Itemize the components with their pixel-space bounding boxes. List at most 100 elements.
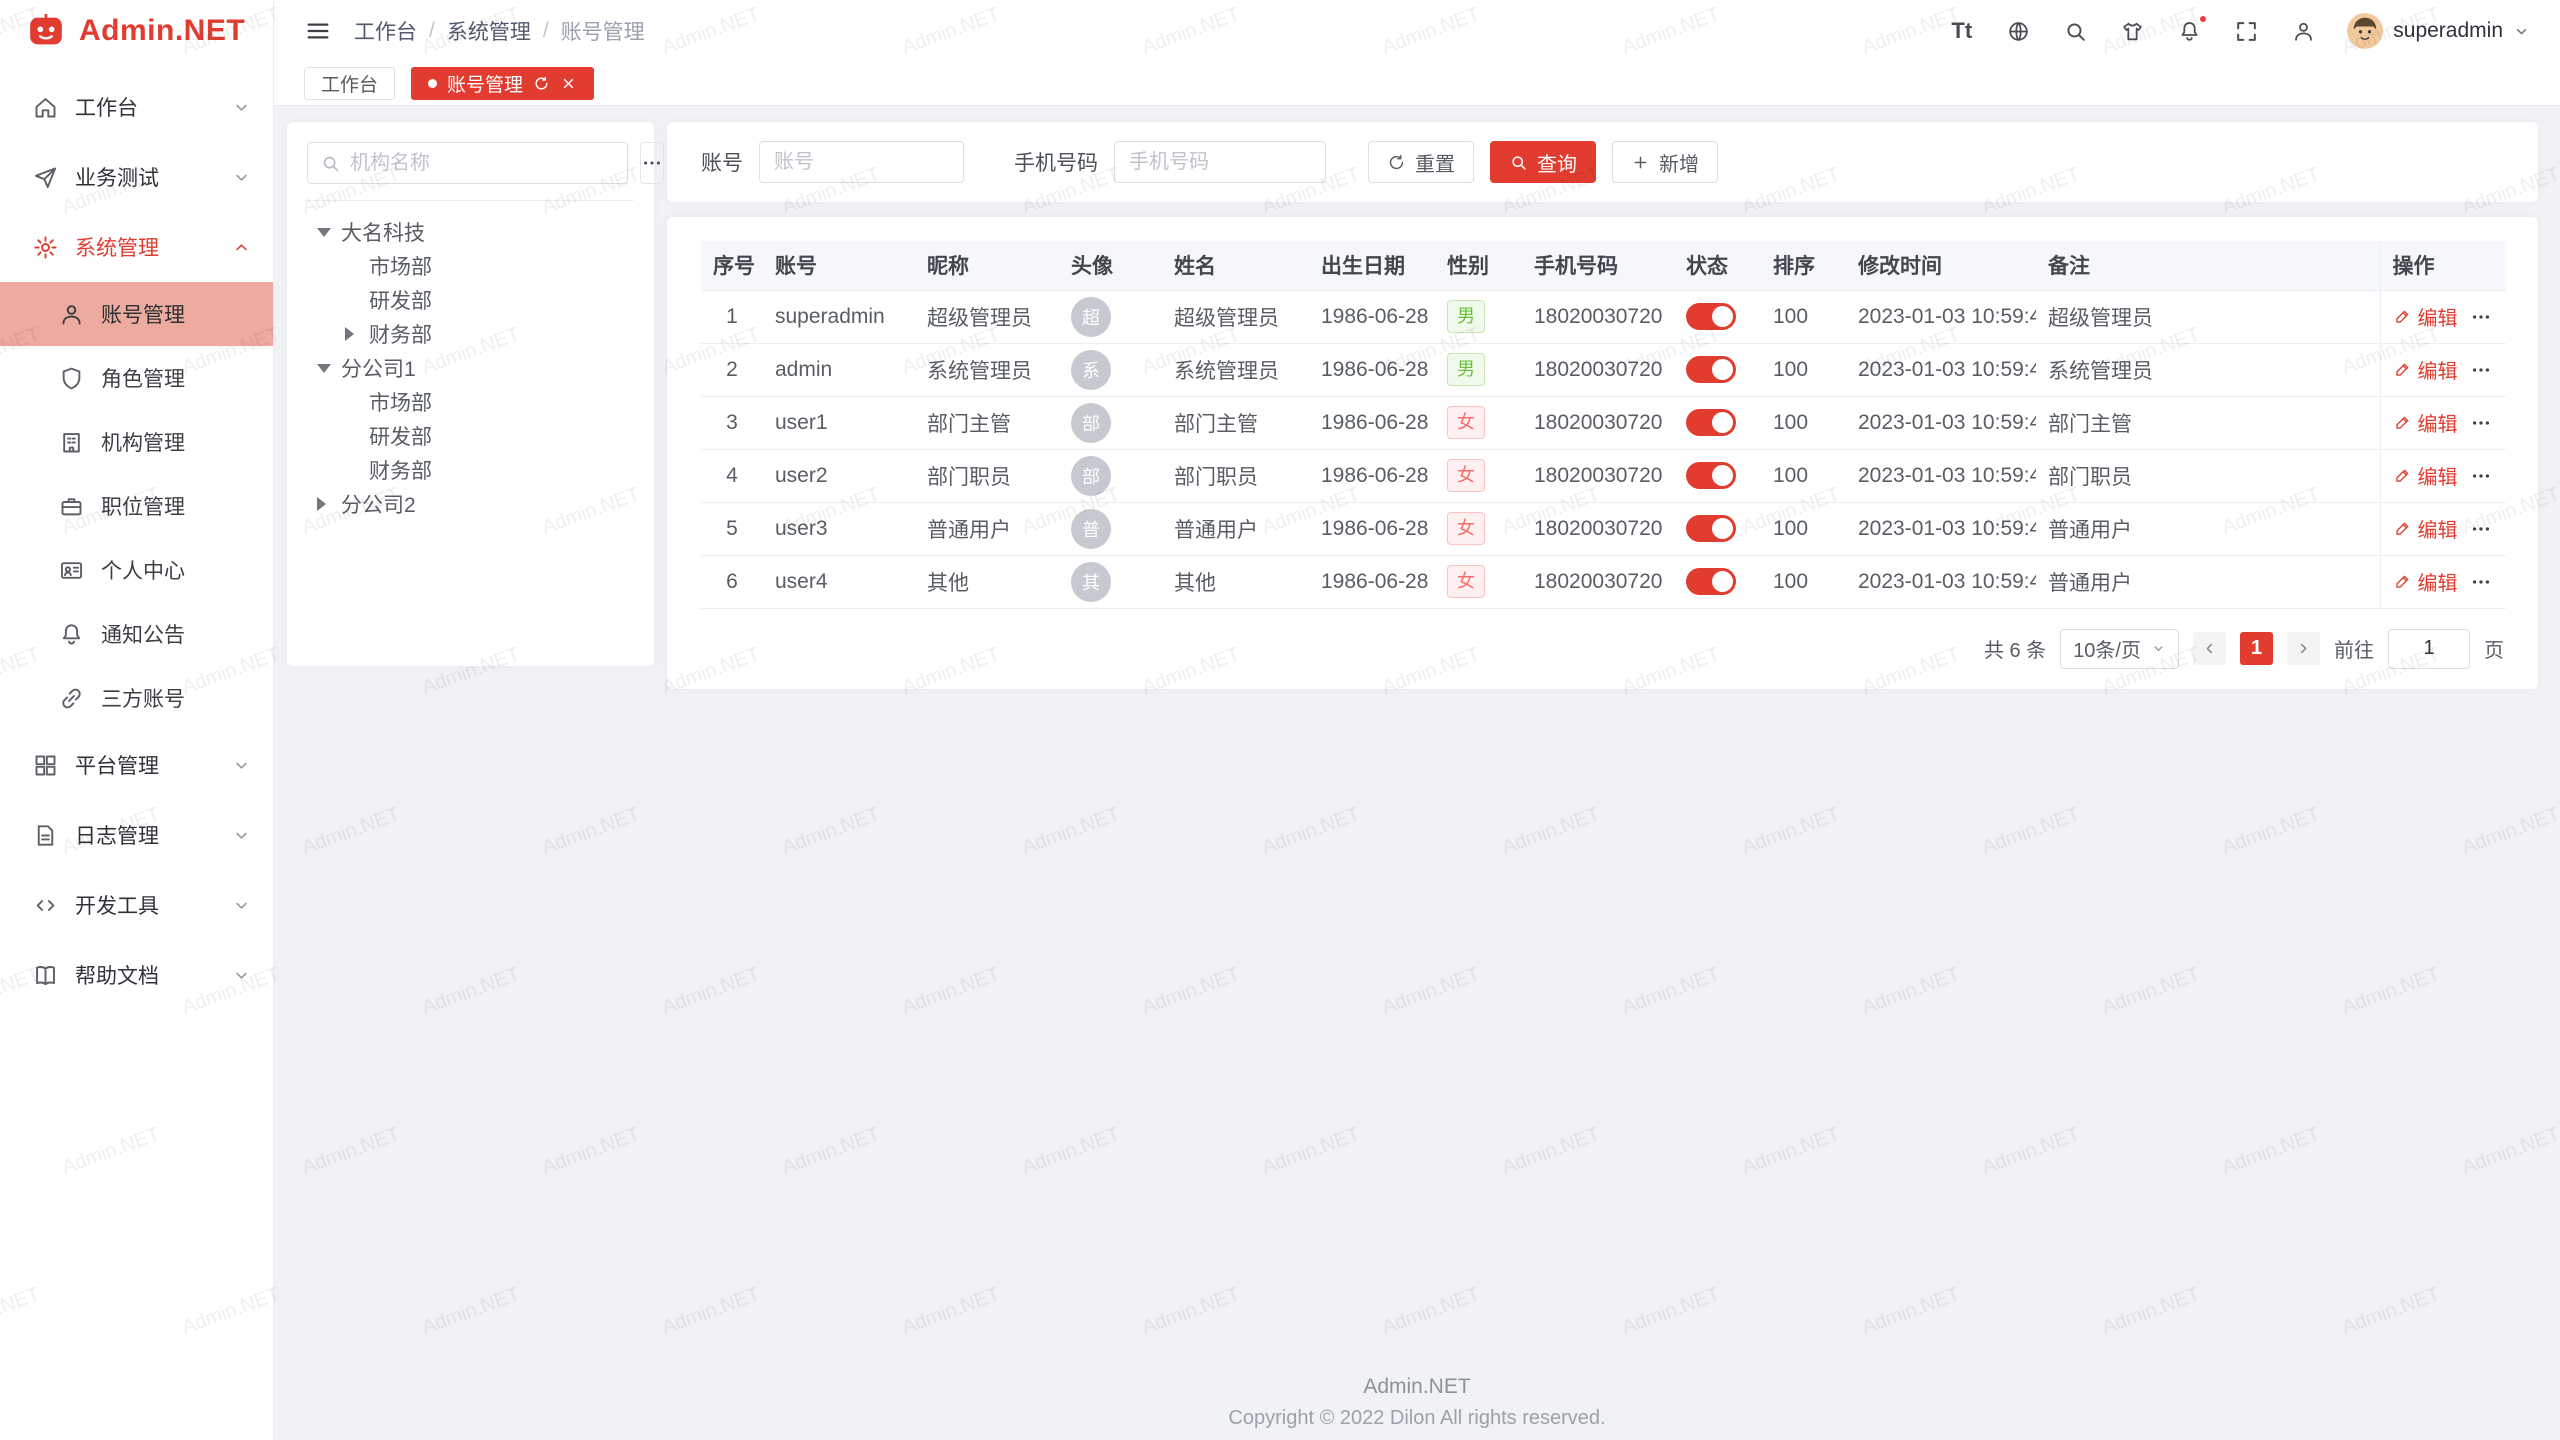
next-page-button[interactable] <box>2287 632 2320 665</box>
column-header: 状态 <box>1674 241 1761 290</box>
sidebar-item-dev-tools[interactable]: 开发工具 <box>0 870 273 940</box>
sidebar-item-help-docs[interactable]: 帮助文档 <box>0 940 273 1010</box>
goto-page-input[interactable] <box>2388 629 2470 669</box>
status-toggle[interactable] <box>1686 462 1736 489</box>
tree-node-label: 财务部 <box>369 455 432 485</box>
menu-collapse-icon[interactable] <box>304 17 332 45</box>
tab-active-dot <box>428 79 437 88</box>
cell-modified-time: 2023-01-03 10:59:44 <box>1846 555 2036 608</box>
tree-caret-icon[interactable] <box>317 497 341 511</box>
sidebar-item-third-party-account[interactable]: 三方账号 <box>0 666 273 730</box>
sidebar-item-position-management[interactable]: 职位管理 <box>0 474 273 538</box>
sidebar-item-log-management[interactable]: 日志管理 <box>0 800 273 870</box>
tree-node[interactable]: 分公司1 <box>307 351 634 385</box>
status-toggle[interactable] <box>1686 568 1736 595</box>
cell-name: 超级管理员 <box>1162 290 1309 343</box>
cell-remark: 超级管理员 <box>2036 290 2380 343</box>
close-icon[interactable] <box>560 75 577 92</box>
refresh-icon[interactable] <box>533 75 550 92</box>
sidebar-item-system-management[interactable]: 系统管理 <box>0 212 273 282</box>
row-more-button[interactable] <box>2470 571 2492 593</box>
edit-button[interactable]: 编辑 <box>2393 514 2458 543</box>
brand-logo[interactable]: Admin.NET <box>0 0 273 62</box>
sidebar-item-label: 三方账号 <box>101 683 251 713</box>
notification-icon[interactable] <box>2176 18 2203 45</box>
tree-node[interactable]: 财务部 <box>307 317 634 351</box>
prev-page-button[interactable] <box>2193 632 2226 665</box>
tab-workbench[interactable]: 工作台 <box>304 67 395 100</box>
tree-caret-icon[interactable] <box>345 327 369 341</box>
profile-icon[interactable] <box>2290 18 2317 45</box>
status-toggle[interactable] <box>1686 303 1736 330</box>
status-toggle[interactable] <box>1686 515 1736 542</box>
row-more-button[interactable] <box>2470 412 2492 434</box>
row-more-button[interactable] <box>2470 306 2492 328</box>
row-more-button[interactable] <box>2470 359 2492 381</box>
row-more-button[interactable] <box>2470 518 2492 540</box>
tree-node-label: 大名科技 <box>341 217 425 247</box>
phone-input[interactable] <box>1114 141 1326 183</box>
language-icon[interactable] <box>2005 18 2032 45</box>
sidebar-item-platform-management[interactable]: 平台管理 <box>0 730 273 800</box>
sidebar-item-label: 系统管理 <box>75 232 232 262</box>
tree-node[interactable]: 财务部 <box>307 453 634 487</box>
cell-gender: 男 <box>1435 290 1522 343</box>
reset-button[interactable]: 重置 <box>1368 141 1474 183</box>
avatar <box>2347 13 2383 49</box>
sidebar-item-personal-center[interactable]: 个人中心 <box>0 538 273 602</box>
edit-button[interactable]: 编辑 <box>2393 461 2458 490</box>
edit-button[interactable]: 编辑 <box>2393 355 2458 384</box>
page-size-select[interactable]: 10条/页 <box>2060 629 2179 669</box>
org-search-box <box>307 142 628 184</box>
sidebar-item-role-management[interactable]: 角色管理 <box>0 346 273 410</box>
tree-node[interactable]: 分公司2 <box>307 487 634 521</box>
cell-index: 1 <box>701 290 763 343</box>
edit-button[interactable]: 编辑 <box>2393 567 2458 596</box>
edit-icon <box>2393 360 2412 379</box>
tree-caret-icon[interactable] <box>317 364 341 373</box>
cell-birthdate: 1986-06-28 <box>1309 449 1435 502</box>
org-more-button[interactable] <box>640 142 664 184</box>
edit-button[interactable]: 编辑 <box>2393 408 2458 437</box>
sidebar-item-label: 机构管理 <box>101 427 251 457</box>
breadcrumb-item[interactable]: 工作台 <box>354 16 417 46</box>
sidebar-item-org-management[interactable]: 机构管理 <box>0 410 273 474</box>
cell-account: user3 <box>763 502 915 555</box>
tree-node[interactable]: 研发部 <box>307 419 634 453</box>
query-button[interactable]: 查询 <box>1490 141 1596 183</box>
tree-node[interactable]: 研发部 <box>307 283 634 317</box>
tab-account-management[interactable]: 账号管理 <box>411 67 594 100</box>
cell-nickname: 普通用户 <box>915 502 1059 555</box>
sidebar-item-account-management[interactable]: 账号管理 <box>0 282 273 346</box>
tree-caret-icon[interactable] <box>317 228 341 237</box>
user-menu[interactable]: superadmin <box>2347 13 2530 49</box>
font-size-icon[interactable]: Tt <box>1948 18 1975 45</box>
theme-icon[interactable] <box>2119 18 2146 45</box>
cell-index: 2 <box>701 343 763 396</box>
topbar-actions: Tt superadmin <box>1948 13 2530 49</box>
breadcrumb-item[interactable]: 系统管理 <box>447 16 531 46</box>
fullscreen-icon[interactable] <box>2233 18 2260 45</box>
status-toggle[interactable] <box>1686 356 1736 383</box>
edit-button[interactable]: 编辑 <box>2393 302 2458 331</box>
cell-avatar: 部 <box>1059 449 1162 502</box>
tree-node[interactable]: 大名科技 <box>307 215 634 249</box>
status-toggle[interactable] <box>1686 409 1736 436</box>
sidebar-item-workbench[interactable]: 工作台 <box>0 72 273 142</box>
add-button[interactable]: 新增 <box>1612 141 1718 183</box>
org-search-input[interactable] <box>350 152 615 175</box>
account-input[interactable] <box>759 141 964 183</box>
tree-node[interactable]: 市场部 <box>307 249 634 283</box>
sidebar-item-business-test[interactable]: 业务测试 <box>0 142 273 212</box>
user-avatar: 系 <box>1071 350 1111 390</box>
page-number-button[interactable]: 1 <box>2240 632 2273 665</box>
tree-node[interactable]: 市场部 <box>307 385 634 419</box>
sidebar-item-notice[interactable]: 通知公告 <box>0 602 273 666</box>
user-icon <box>58 301 85 328</box>
cell-status <box>1674 502 1761 555</box>
cell-avatar: 普 <box>1059 502 1162 555</box>
chevron-down-icon <box>232 98 251 117</box>
edit-label: 编辑 <box>2418 567 2458 596</box>
search-icon[interactable] <box>2062 18 2089 45</box>
row-more-button[interactable] <box>2470 465 2492 487</box>
